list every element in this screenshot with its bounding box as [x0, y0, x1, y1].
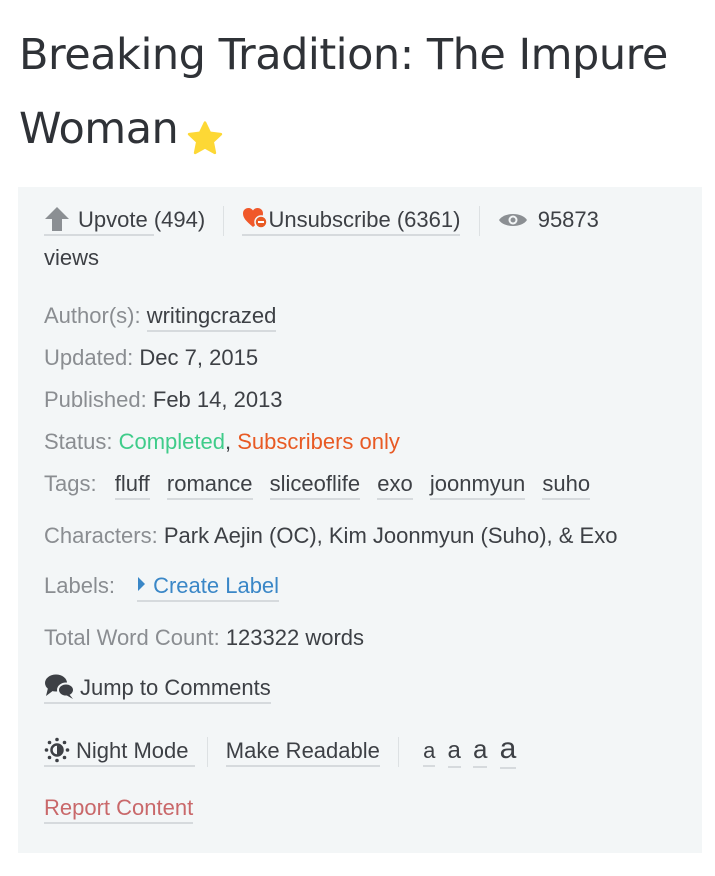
- upvote-button[interactable]: Upvote: [44, 206, 154, 237]
- story-title-text: Breaking Tradition: The Impure Woman: [19, 30, 668, 154]
- tags-row: Tags: fluff romance sliceoflife exo joon…: [44, 469, 601, 500]
- status-label: Status:: [44, 429, 113, 454]
- heart-minus-icon: [242, 206, 269, 236]
- night-mode-label: Night Mode: [76, 738, 189, 763]
- create-label-text: Create Label: [153, 573, 280, 598]
- font-size-large-button[interactable]: a: [472, 734, 488, 768]
- status-subscribers-only: Subscribers only: [237, 429, 400, 454]
- published-row: Published: Feb 14, 2013: [44, 385, 283, 415]
- unsubscribe-button[interactable]: Unsubscribe: [242, 206, 397, 236]
- word-count-value: 123322 words: [225, 625, 365, 650]
- jump-to-comments-button[interactable]: Jump to Comments: [44, 673, 271, 706]
- divider: [223, 206, 225, 237]
- font-size-xlarge-button[interactable]: a: [499, 732, 517, 769]
- updated-row: Updated: Dec 7, 2015: [44, 343, 258, 373]
- story-title: Breaking Tradition: The Impure Woman: [19, 18, 699, 166]
- tag-link[interactable]: joonmyun: [429, 471, 526, 500]
- updated-date: Dec 7, 2015: [139, 345, 259, 370]
- stats-row: Upvote (494) Unsubscribe (6361) 95873: [44, 205, 599, 237]
- tags-label: Tags:: [44, 471, 97, 496]
- font-size-medium-button[interactable]: a: [447, 737, 461, 768]
- story-info-panel: Upvote (494) Unsubscribe (6361) 95873 vi…: [18, 187, 702, 853]
- jump-to-comments-label: Jump to Comments: [80, 675, 271, 701]
- caret-right-icon: [137, 572, 153, 602]
- divider: [206, 737, 208, 768]
- views-label-row: views: [44, 243, 99, 273]
- tag-link[interactable]: romance: [166, 471, 253, 500]
- subscriber-count[interactable]: (6361): [396, 207, 461, 236]
- tag-link[interactable]: fluff: [114, 471, 150, 500]
- unsubscribe-label: Unsubscribe: [268, 207, 391, 232]
- status-separator: ,: [225, 429, 232, 454]
- create-label-button[interactable]: Create Label: [137, 572, 280, 602]
- reading-options-row: Night Mode Make Readable a a a a: [44, 732, 522, 769]
- divider: [478, 206, 480, 237]
- characters-row: Characters: Park Aejin (OC), Kim Joonmyu…: [44, 521, 617, 551]
- author-row: Author(s): writingcrazed: [44, 301, 277, 332]
- report-row: Report Content: [44, 793, 194, 824]
- upvote-label: Upvote: [78, 207, 148, 232]
- tag-link[interactable]: suho: [542, 471, 591, 500]
- eye-icon: [498, 206, 538, 236]
- comments-row: Jump to Comments: [44, 673, 271, 706]
- night-mode-button[interactable]: Night Mode: [44, 737, 195, 768]
- characters-value: Park Aejin (OC), Kim Joonmyun (Suho), & …: [163, 523, 618, 548]
- labels-row: Labels: Create Label: [44, 571, 280, 602]
- characters-label: Characters:: [44, 523, 158, 548]
- word-count-row: Total Word Count: 123322 words: [44, 623, 364, 653]
- divider: [398, 737, 399, 768]
- tag-link[interactable]: exo: [377, 471, 413, 500]
- published-date: Feb 14, 2013: [152, 387, 283, 412]
- labels-label: Labels:: [44, 573, 115, 598]
- author-link[interactable]: writingcrazed: [146, 303, 277, 332]
- arrow-up-icon: [44, 206, 78, 237]
- sun-icon: [44, 737, 76, 768]
- status-row: Status: Completed, Subscribers only: [44, 427, 400, 457]
- tag-link[interactable]: sliceoflife: [269, 471, 361, 500]
- word-count-label: Total Word Count:: [44, 625, 220, 650]
- upvote-count: (494): [153, 207, 206, 232]
- published-label: Published:: [44, 387, 147, 412]
- star-icon: [184, 108, 226, 154]
- status-completed: Completed: [118, 429, 225, 454]
- comments-icon: [44, 673, 80, 706]
- author-label: Author(s):: [44, 303, 141, 328]
- views-count: 95873: [537, 207, 599, 232]
- make-readable-button[interactable]: Make Readable: [225, 738, 380, 767]
- updated-label: Updated:: [44, 345, 134, 370]
- report-content-button[interactable]: Report Content: [44, 795, 194, 824]
- views-label: views: [44, 245, 100, 270]
- font-size-small-button[interactable]: a: [423, 738, 436, 767]
